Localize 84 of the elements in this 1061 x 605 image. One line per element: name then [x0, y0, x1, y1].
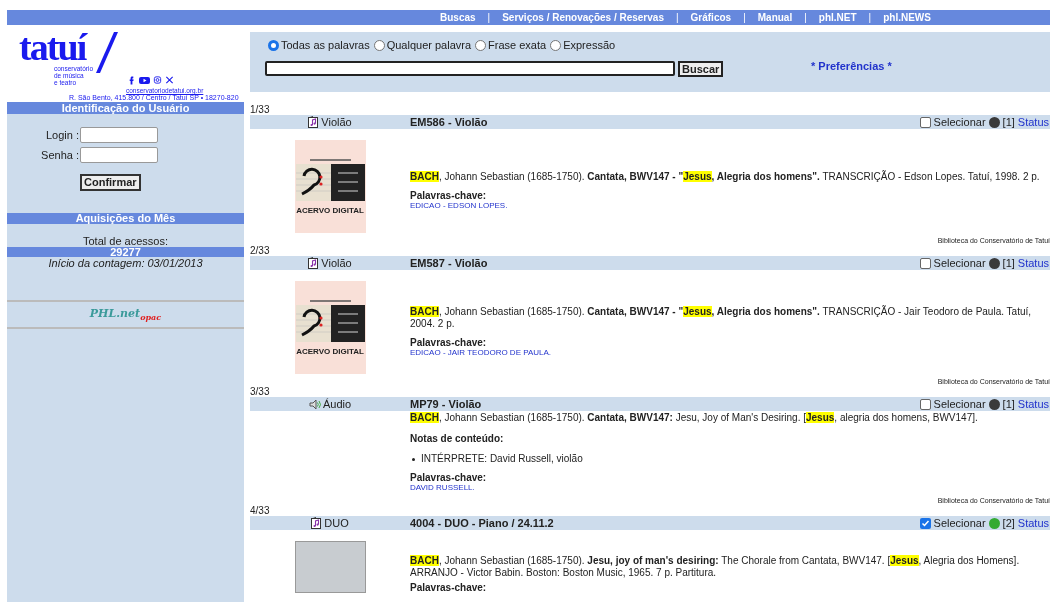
field-label: Login : — [44, 128, 80, 143]
select-label: Selecionar — [933, 396, 986, 412]
keywords-label: Palavras-chave: — [410, 337, 488, 348]
select-label: Selecionar — [933, 255, 986, 271]
keyword-link[interactable]: EDICAO - JAIR TEODORO DE PAULA. — [410, 347, 552, 358]
nav-separator: | — [868, 11, 872, 25]
nav-separator: | — [804, 11, 807, 25]
input-field[interactable] — [80, 146, 158, 163]
preferences-link[interactable]: * Preferências * — [811, 58, 892, 75]
status-link[interactable]: Status — [1017, 395, 1049, 413]
record-title: MP79 - Violão — [410, 396, 483, 412]
copies-count: [1] — [1002, 396, 1015, 412]
citation-text: BACH, Johann Sebastian (1685-1750). Cantata, BWV147 - "Jesus, Alegria dos homens". TRANSCRIÇÃO - Edson Lopes. Tatuí, 1998. 2 p. — [410, 170, 1041, 183]
status-link[interactable]: Status — [1017, 254, 1049, 272]
keyword-link[interactable]: DAVID RUSSELL. — [410, 483, 475, 493]
nav-separator: | — [675, 11, 679, 25]
cover-emblem-drawing — [295, 298, 365, 342]
select-label: Selecionar — [933, 114, 986, 130]
search-mode-radio[interactable]: Frase exata — [475, 37, 547, 54]
music-document-icon — [311, 517, 323, 529]
note-text: INTÉRPRETE: David Russell, violão — [421, 453, 583, 465]
nav-separator: | — [487, 11, 491, 25]
nav-link[interactable]: Buscas — [440, 10, 476, 25]
search-mode-radio[interactable]: Todas as palavras — [268, 37, 370, 54]
nav-link[interactable]: Serviços / Renovações / Reservas — [502, 10, 664, 25]
select-checkbox[interactable] — [919, 116, 931, 128]
field-label: Senha : — [40, 147, 80, 163]
count-start-text: Início da contagem: 03/01/2013 — [47, 257, 204, 270]
select-checkbox[interactable] — [919, 398, 931, 410]
nav-link[interactable]: phl.NEWS — [883, 10, 931, 25]
result-counter: 1/33 — [250, 105, 271, 115]
facebook-icon[interactable] — [127, 75, 136, 85]
logo-slash-icon — [95, 31, 119, 74]
cover-caption: ACERVO DIGITAL — [296, 347, 364, 356]
section-header: Identificação do Usuário — [7, 102, 244, 114]
select-checkbox[interactable] — [919, 257, 931, 269]
speaker-icon — [308, 398, 321, 410]
search-button[interactable]: Buscar — [678, 61, 724, 77]
section-header: Aquisições do Mês — [7, 213, 244, 224]
media-type-label: Violão — [321, 114, 352, 130]
media-type-label: DUO — [324, 515, 349, 531]
keyword-link[interactable]: EDICAO - EDSON LOPES. — [410, 200, 508, 211]
result-counter: 2/33 — [250, 246, 271, 256]
keywords-label: Palavras-chave: — [410, 583, 488, 593]
media-type-label: Violão — [321, 255, 352, 271]
search-mode-radio[interactable]: Qualquer palavra — [373, 37, 472, 54]
media-type-label: Áudio — [322, 396, 352, 412]
x-icon[interactable] — [165, 75, 174, 85]
confirm-button[interactable]: Confirmar — [80, 174, 141, 191]
logo-wordmark: tatuí — [19, 27, 86, 67]
status-link[interactable]: Status — [1017, 514, 1049, 532]
result-counter: 3/33 — [250, 387, 271, 397]
select-label: Selecionar — [933, 515, 986, 531]
access-count: 29277 — [7, 247, 244, 257]
music-document-icon — [308, 257, 320, 269]
record-title: EM586 - Violão — [410, 114, 489, 130]
video-icon[interactable] — [139, 75, 150, 85]
record-title: 4004 - DUO - Piano / 24.11.2 — [410, 515, 555, 531]
cover-emblem-drawing — [295, 157, 365, 201]
status-link[interactable]: Status — [1017, 113, 1049, 131]
photo-placeholder — [294, 541, 366, 593]
search-mode-radio[interactable]: Expressão — [550, 37, 616, 54]
copies-count: [2] — [1002, 515, 1015, 531]
camera-icon[interactable] — [153, 75, 162, 85]
music-document-icon — [308, 116, 320, 128]
nav-link[interactable]: Manual — [757, 10, 793, 25]
citation-text: BACH, Johann Sebastian (1685-1750). Cantata, BWV147 - "Jesus, Alegria dos homens". TRANSCRIÇÃO - Jair Teodoro de Paula. Tatuí, 2004. 2 p. — [410, 305, 1033, 330]
access-label: Total de acessos: — [82, 235, 169, 247]
nav-link[interactable]: Gráficos — [690, 10, 732, 25]
cover-caption: ACERVO DIGITAL — [296, 206, 364, 215]
notes-label: Notas de conteúdo: — [410, 433, 505, 445]
copies-count: [1] — [1002, 255, 1015, 271]
citation-text: BACH, Johann Sebastian (1685-1750). Jesu, joy of man's desiring: The Chorale from Cantata, BWV147. [Jesus, Alegria dos Homens]. ARRANJO - Victor Babin. Boston: Boston Music, 1965. 7 p. Partitura. — [410, 555, 1021, 579]
search-field[interactable] — [265, 61, 675, 76]
record-title: EM587 - Violão — [410, 255, 489, 271]
select-checkbox[interactable] — [919, 517, 931, 529]
keywords-label: Palavras-chave: — [410, 473, 488, 483]
bullet-icon — [412, 457, 415, 461]
nav-separator: | — [743, 11, 746, 25]
nav-link[interactable]: phl.NET — [818, 10, 857, 25]
input-field[interactable] — [80, 127, 158, 144]
keywords-label: Palavras-chave: — [410, 190, 488, 201]
result-counter: 4/33 — [250, 506, 271, 516]
copies-count: [1] — [1002, 114, 1015, 130]
